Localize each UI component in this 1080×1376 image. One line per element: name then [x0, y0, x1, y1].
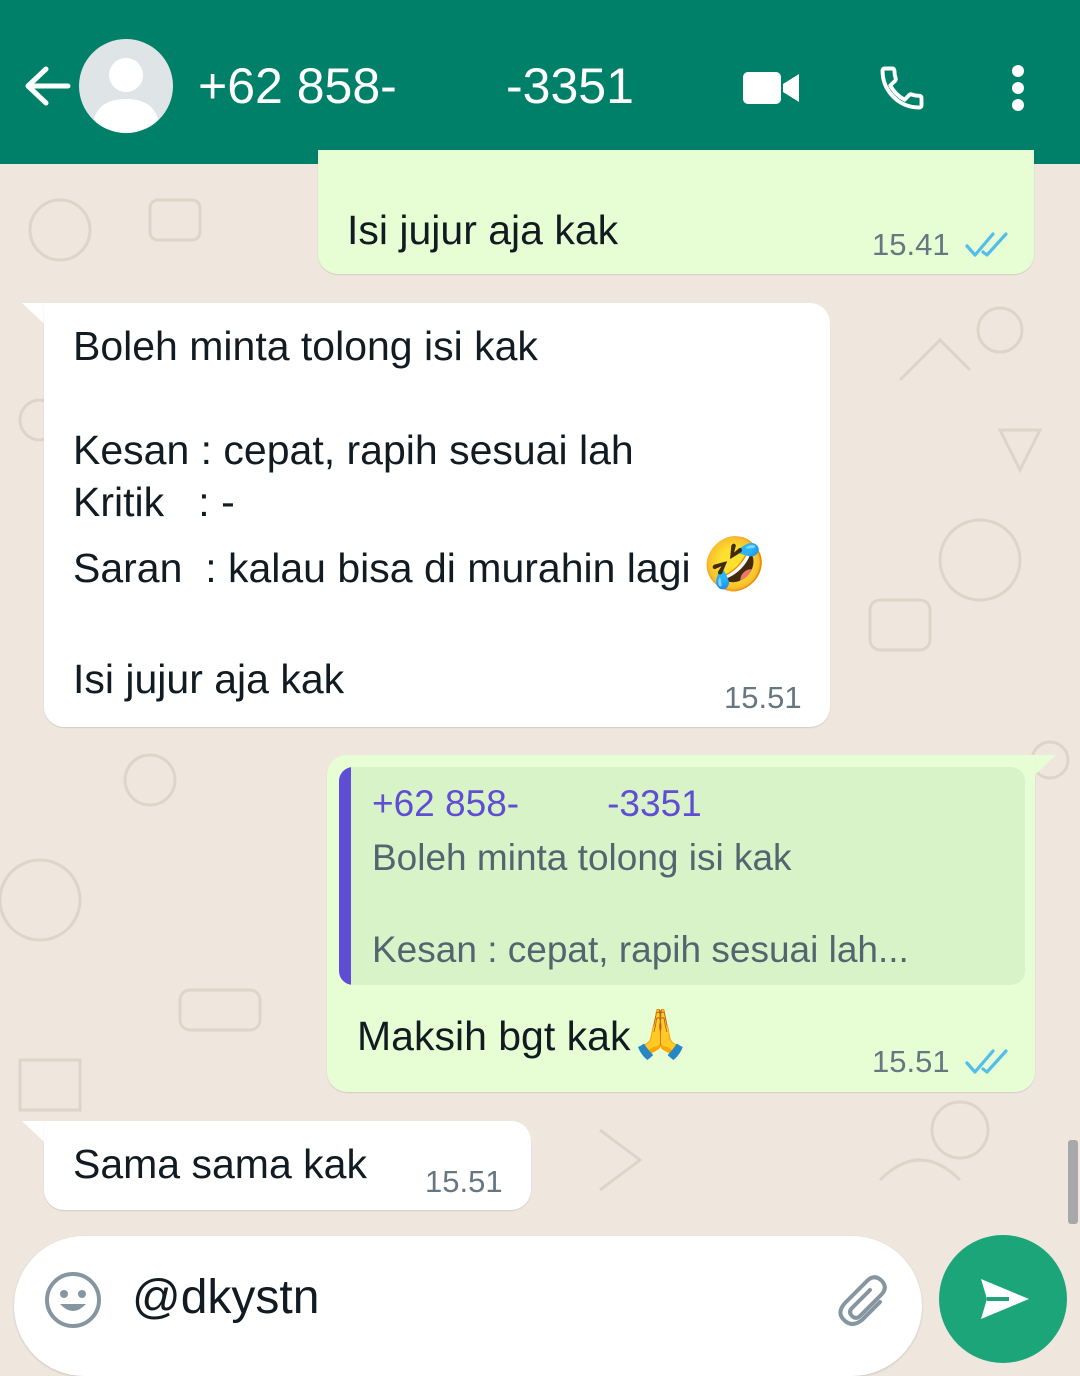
back-arrow-icon[interactable]	[22, 60, 72, 112]
send-icon	[981, 1279, 1029, 1319]
message-line: Kritik : -	[73, 479, 235, 525]
send-button[interactable]	[939, 1235, 1067, 1363]
message-line: Boleh minta tolong isi kak	[73, 323, 538, 369]
quoted-sender-part1: +62 858-	[372, 783, 520, 824]
laughing-emoji: 🤣	[702, 536, 767, 594]
message-text-body: Maksih bgt kak	[357, 1013, 631, 1059]
contact-avatar[interactable]	[79, 39, 173, 133]
more-options-icon[interactable]	[1008, 64, 1028, 112]
quoted-message[interactable]: +62 858- -3351 Boleh minta tolong isi kak…	[339, 767, 1025, 985]
message-composer[interactable]: @dkystn	[14, 1236, 922, 1376]
phone-icon[interactable]	[876, 62, 928, 114]
message-time: 15.41	[872, 227, 950, 262]
message-line: Kesan : cepat, rapih sesuai lah	[73, 427, 634, 473]
message-input[interactable]: @dkystn	[132, 1270, 319, 1325]
message-line: Saran : kalau bisa di murahin lagi 🤣	[73, 539, 767, 594]
scrollbar[interactable]	[1068, 1140, 1078, 1224]
message-line: Isi jujur aja kak	[73, 656, 345, 702]
quoted-line: Kesan : cepat, rapih sesuai lah...	[372, 929, 909, 970]
message-bubble-incoming[interactable]: Boleh minta tolong isi kak Kesan : cepat…	[44, 303, 830, 727]
quoted-sender-part2: -3351	[607, 783, 702, 824]
read-receipt-icon	[965, 1049, 1008, 1074]
message-text: Maksih bgt kak🙏	[357, 1009, 690, 1062]
chat-header: +62 858- -3351	[0, 0, 1080, 164]
message-bubble-outgoing[interactable]: Isi jujur aja kak 15.41	[318, 150, 1034, 274]
emoji-icon[interactable]	[43, 1270, 103, 1330]
quoted-line: Boleh minta tolong isi kak	[372, 837, 792, 878]
default-avatar-icon	[92, 58, 160, 133]
quoted-sender: +62 858- -3351	[372, 783, 702, 825]
message-time: 15.51	[872, 1044, 950, 1079]
contact-name-part1[interactable]: +62 858-	[198, 56, 397, 116]
message-time: 15.51	[425, 1164, 503, 1199]
message-text: Sama sama kak	[73, 1141, 367, 1187]
message-line-text: Saran : kalau bisa di murahin lagi	[73, 545, 691, 591]
quote-accent-bar	[339, 767, 351, 985]
message-bubble-incoming[interactable]: Sama sama kak 15.51	[44, 1121, 531, 1210]
video-call-icon[interactable]	[742, 68, 800, 108]
read-receipt-icon	[965, 232, 1008, 257]
message-text: Isi jujur aja kak	[347, 207, 619, 253]
paperclip-icon[interactable]	[836, 1272, 896, 1332]
contact-name-part2[interactable]: -3351	[506, 56, 634, 116]
message-time: 15.51	[724, 680, 802, 715]
praying-hands-emoji: 🙏	[630, 1008, 691, 1061]
